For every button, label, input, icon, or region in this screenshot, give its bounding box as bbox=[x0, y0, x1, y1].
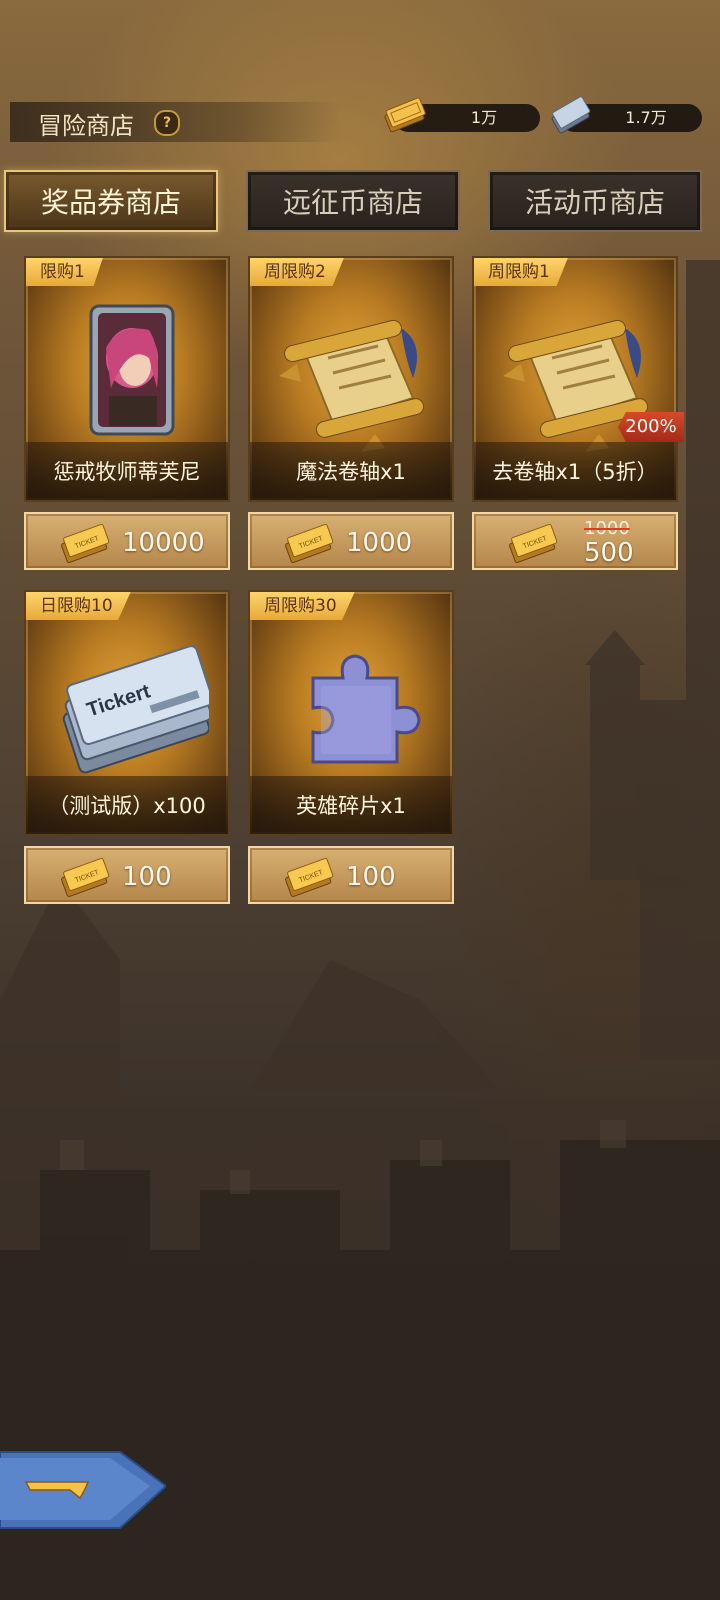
original-price: 1000 bbox=[584, 518, 630, 539]
item-name: 惩戒牧师蒂芙尼 bbox=[53, 460, 201, 484]
shop-item-card[interactable]: 周限购1 200% 去卷轴x1（5折） bbox=[472, 256, 684, 502]
gold-ticket-icon: TICKET bbox=[285, 523, 334, 564]
currency-gold-value: 1万 bbox=[470, 108, 498, 127]
price-button[interactable]: TICKET 100 bbox=[24, 846, 230, 904]
currency-silver-value: 1.7万 bbox=[625, 108, 667, 127]
gold-ticket-icon: TICKET bbox=[285, 857, 334, 898]
price-value: 1000 bbox=[346, 528, 413, 558]
price-value: 10000 bbox=[122, 528, 205, 558]
tab-label: 奖品券商店 bbox=[40, 186, 181, 219]
price-button[interactable]: TICKET 1000 500 bbox=[472, 512, 678, 570]
price-button[interactable]: TICKET 10000 bbox=[24, 512, 230, 570]
tab-prize-ticket-shop[interactable]: 奖品券商店 bbox=[4, 170, 218, 232]
gold-ticket-icon: TICKET bbox=[61, 857, 110, 898]
item-name: 去卷轴x1（5折） bbox=[492, 460, 658, 484]
discount-badge: 200% bbox=[618, 412, 684, 442]
tab-event-coin-shop[interactable]: 活动币商店 bbox=[488, 170, 702, 232]
gold-ticket-icon bbox=[384, 97, 426, 133]
shop-item-card[interactable]: 限购1 惩戒牧师蒂芙尼 bbox=[24, 256, 230, 502]
hero-card-icon bbox=[89, 304, 175, 436]
shop-item-card[interactable]: 周限购2 魔法卷轴x1 bbox=[248, 256, 454, 502]
purchase-limit-tag: 周限购2 bbox=[250, 258, 344, 286]
price-button[interactable]: TICKET 1000 bbox=[248, 512, 454, 570]
page-title: 冒险商店 bbox=[38, 112, 134, 140]
gold-ticket-icon: TICKET bbox=[61, 523, 110, 564]
puzzle-piece-icon bbox=[311, 654, 421, 764]
silver-ticket-icon bbox=[551, 96, 591, 134]
gold-ticket-icon: TICKET bbox=[509, 523, 558, 564]
price-value: 500 bbox=[584, 538, 634, 568]
magic-scroll-icon bbox=[279, 319, 425, 452]
tab-label: 活动币商店 bbox=[524, 186, 665, 219]
price-button[interactable]: TICKET 100 bbox=[248, 846, 454, 904]
item-name: （测试版）x100 bbox=[48, 794, 206, 818]
tab-label: 远征币商店 bbox=[282, 186, 423, 219]
shop-item-card[interactable]: 周限购30 英雄碎片x1 bbox=[248, 590, 454, 836]
item-name: 英雄碎片x1 bbox=[296, 794, 406, 818]
tab-expedition-coin-shop[interactable]: 远征币商店 bbox=[246, 170, 460, 232]
back-button[interactable] bbox=[0, 1448, 166, 1532]
item-name: 魔法卷轴x1 bbox=[296, 460, 406, 484]
silver-ticket-icon: Tickert bbox=[62, 645, 209, 774]
price-value: 100 bbox=[346, 862, 396, 892]
question-badge-icon[interactable]: ? bbox=[154, 110, 180, 136]
purchase-limit-tag: 周限购1 bbox=[474, 258, 568, 286]
shop-item-card[interactable]: Tickert 日限购10 （测试版）x100 bbox=[24, 590, 230, 836]
price-value: 100 bbox=[122, 862, 172, 892]
purchase-limit-tag: 限购1 bbox=[26, 258, 103, 286]
purchase-limit-tag: 周限购30 bbox=[250, 592, 355, 620]
purchase-limit-tag: 日限购10 bbox=[26, 592, 131, 620]
